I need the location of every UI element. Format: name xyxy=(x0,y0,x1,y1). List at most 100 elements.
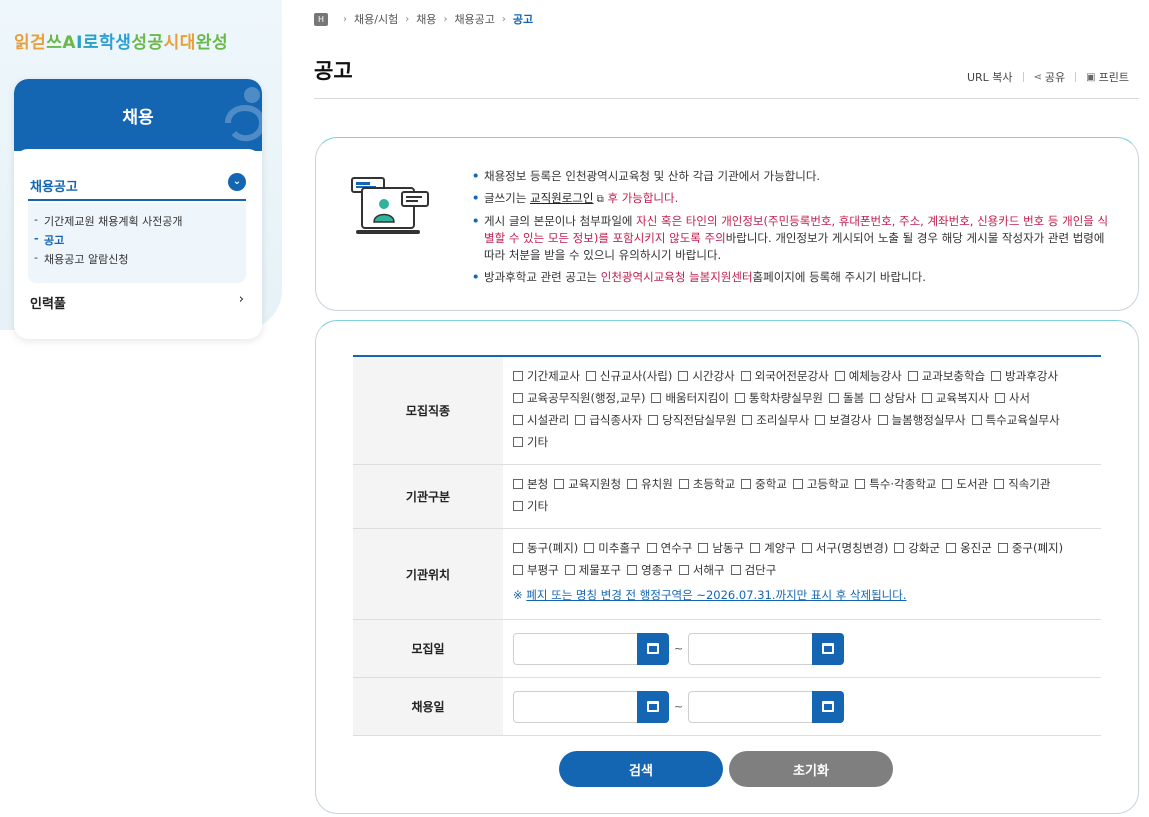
checkbox[interactable] xyxy=(994,393,1005,403)
checkbox[interactable] xyxy=(513,501,523,511)
sidebar-item-recruit-notice[interactable]: 채용공고 ⌄ xyxy=(28,173,246,201)
checkbox-option[interactable]: 특수·각종학교 xyxy=(855,473,936,495)
checkbox[interactable] xyxy=(575,415,586,425)
checkbox-option[interactable]: 배움터지킴이 xyxy=(651,387,729,409)
checkbox-option[interactable]: 조리실무사 xyxy=(742,409,809,431)
submenu-item-alarm[interactable]: 채용공고 알람신청 xyxy=(28,251,246,270)
home-icon[interactable]: H xyxy=(314,12,328,26)
checkbox-option[interactable]: 제물포구 xyxy=(564,559,621,581)
checkbox-option[interactable]: 중구(폐지) xyxy=(997,537,1063,559)
staff-login-link[interactable]: 교직원로그인 xyxy=(530,191,593,205)
checkbox-option[interactable]: 늘봄행정실무사 xyxy=(877,409,966,431)
checkbox-option[interactable]: 중학교 xyxy=(741,473,787,495)
checkbox-option[interactable]: 본청 xyxy=(513,473,548,495)
recruit-date-from-field[interactable] xyxy=(513,632,669,665)
checkbox[interactable] xyxy=(921,393,932,403)
checkbox[interactable] xyxy=(742,415,753,425)
checkbox-option[interactable]: 특수교육실무사 xyxy=(971,409,1060,431)
submenu-item-plan-preview[interactable]: 기간제교원 채용계획 사전공개 xyxy=(28,213,246,232)
checkbox-option[interactable]: 교육지원청 xyxy=(554,473,621,495)
checkbox[interactable] xyxy=(740,371,751,381)
checkbox[interactable] xyxy=(554,479,565,489)
checkbox-option[interactable]: 옹진군 xyxy=(946,537,992,559)
checkbox[interactable] xyxy=(513,479,523,489)
checkbox-option[interactable]: 상담사 xyxy=(870,387,916,409)
checkbox[interactable] xyxy=(513,371,523,381)
checkbox-option[interactable]: 통학차량실무원 xyxy=(734,387,823,409)
calendar-icon[interactable] xyxy=(812,690,845,723)
checkbox-option[interactable]: 고등학교 xyxy=(792,473,849,495)
checkbox[interactable] xyxy=(513,543,523,553)
checkbox-option[interactable]: 급식종사자 xyxy=(575,409,642,431)
checkbox-option[interactable]: 방과후강사 xyxy=(991,365,1058,387)
checkbox-option[interactable]: 교과보충학습 xyxy=(907,365,985,387)
url-copy-button[interactable]: URL 복사 xyxy=(967,69,1013,85)
checkbox[interactable] xyxy=(730,565,741,575)
checkbox-option[interactable]: 기간제교사 xyxy=(513,365,580,387)
checkbox[interactable] xyxy=(942,479,953,489)
print-button[interactable]: 프린트 xyxy=(1099,69,1129,85)
checkbox-option[interactable]: 기타 xyxy=(513,431,548,453)
checkbox-option[interactable]: 연수구 xyxy=(646,537,692,559)
checkbox-option[interactable]: 도서관 xyxy=(942,473,988,495)
submenu-item-notice[interactable]: 공고 xyxy=(28,232,246,251)
checkbox-option[interactable]: 시설관리 xyxy=(513,409,569,431)
chevron-down-icon[interactable]: ⌄ xyxy=(228,173,246,191)
checkbox-option[interactable]: 남동구 xyxy=(698,537,744,559)
checkbox[interactable] xyxy=(855,479,866,489)
checkbox[interactable] xyxy=(627,565,638,575)
reset-button[interactable]: 초기화 xyxy=(729,751,893,787)
checkbox[interactable] xyxy=(513,393,523,403)
checkbox-option[interactable]: 계양구 xyxy=(750,537,796,559)
checkbox[interactable] xyxy=(994,479,1005,489)
checkbox[interactable] xyxy=(585,371,596,381)
checkbox-option[interactable]: 미추홀구 xyxy=(584,537,641,559)
checkbox[interactable] xyxy=(792,479,803,489)
checkbox[interactable] xyxy=(946,543,957,553)
breadcrumb-item[interactable]: 채용공고 xyxy=(454,11,494,27)
checkbox[interactable] xyxy=(801,543,812,553)
checkbox[interactable] xyxy=(627,479,638,489)
breadcrumb-item[interactable]: 채용 xyxy=(416,11,436,27)
checkbox-option[interactable]: 유치원 xyxy=(627,473,673,495)
checkbox-option[interactable]: 직속기관 xyxy=(994,473,1050,495)
site-logo-slogan[interactable]: 읽걷쓰AI로 학생성공시대 완성 xyxy=(14,28,228,53)
checkbox-option[interactable]: 영종구 xyxy=(627,559,673,581)
checkbox-option[interactable]: 초등학교 xyxy=(678,473,735,495)
checkbox-option[interactable]: 서구(명칭변경) xyxy=(801,537,888,559)
checkbox[interactable] xyxy=(828,393,839,403)
checkbox[interactable] xyxy=(877,415,888,425)
checkbox[interactable] xyxy=(678,371,689,381)
checkbox[interactable] xyxy=(734,393,745,403)
sidebar-item-talent-pool[interactable]: 인력풀 › xyxy=(30,292,246,312)
checkbox-option[interactable]: 시간강사 xyxy=(678,365,735,387)
checkbox-option[interactable]: 예체능강사 xyxy=(834,365,902,387)
checkbox-option[interactable]: 당직전담실무원 xyxy=(648,409,736,431)
checkbox[interactable] xyxy=(870,393,881,403)
checkbox-option[interactable]: 사서 xyxy=(994,387,1030,409)
checkbox-option[interactable]: 보결강사 xyxy=(815,409,872,431)
checkbox[interactable] xyxy=(991,371,1002,381)
calendar-icon[interactable] xyxy=(812,632,845,665)
calendar-icon[interactable] xyxy=(637,632,669,665)
hire-date-from-field[interactable] xyxy=(513,690,669,723)
share-button[interactable]: 공유 xyxy=(1045,69,1065,85)
calendar-icon[interactable] xyxy=(637,690,669,723)
checkbox-option[interactable]: 서해구 xyxy=(678,559,725,581)
checkbox-option[interactable]: 기타 xyxy=(513,495,548,517)
checkbox[interactable] xyxy=(513,437,523,447)
checkbox[interactable] xyxy=(894,543,905,553)
checkbox[interactable] xyxy=(678,479,689,489)
checkbox-option[interactable]: 교육복지사 xyxy=(921,387,989,409)
search-button[interactable]: 검색 xyxy=(559,751,723,787)
checkbox-option[interactable]: 외국어전문강사 xyxy=(740,365,829,387)
checkbox[interactable] xyxy=(564,565,575,575)
checkbox[interactable] xyxy=(971,415,982,425)
checkbox[interactable] xyxy=(997,543,1008,553)
checkbox[interactable] xyxy=(698,543,709,553)
checkbox-option[interactable]: 동구(폐지) xyxy=(513,537,578,559)
checkbox[interactable] xyxy=(651,393,662,403)
recruit-date-to-field[interactable] xyxy=(688,632,845,665)
checkbox[interactable] xyxy=(584,543,595,553)
checkbox[interactable] xyxy=(513,565,523,575)
